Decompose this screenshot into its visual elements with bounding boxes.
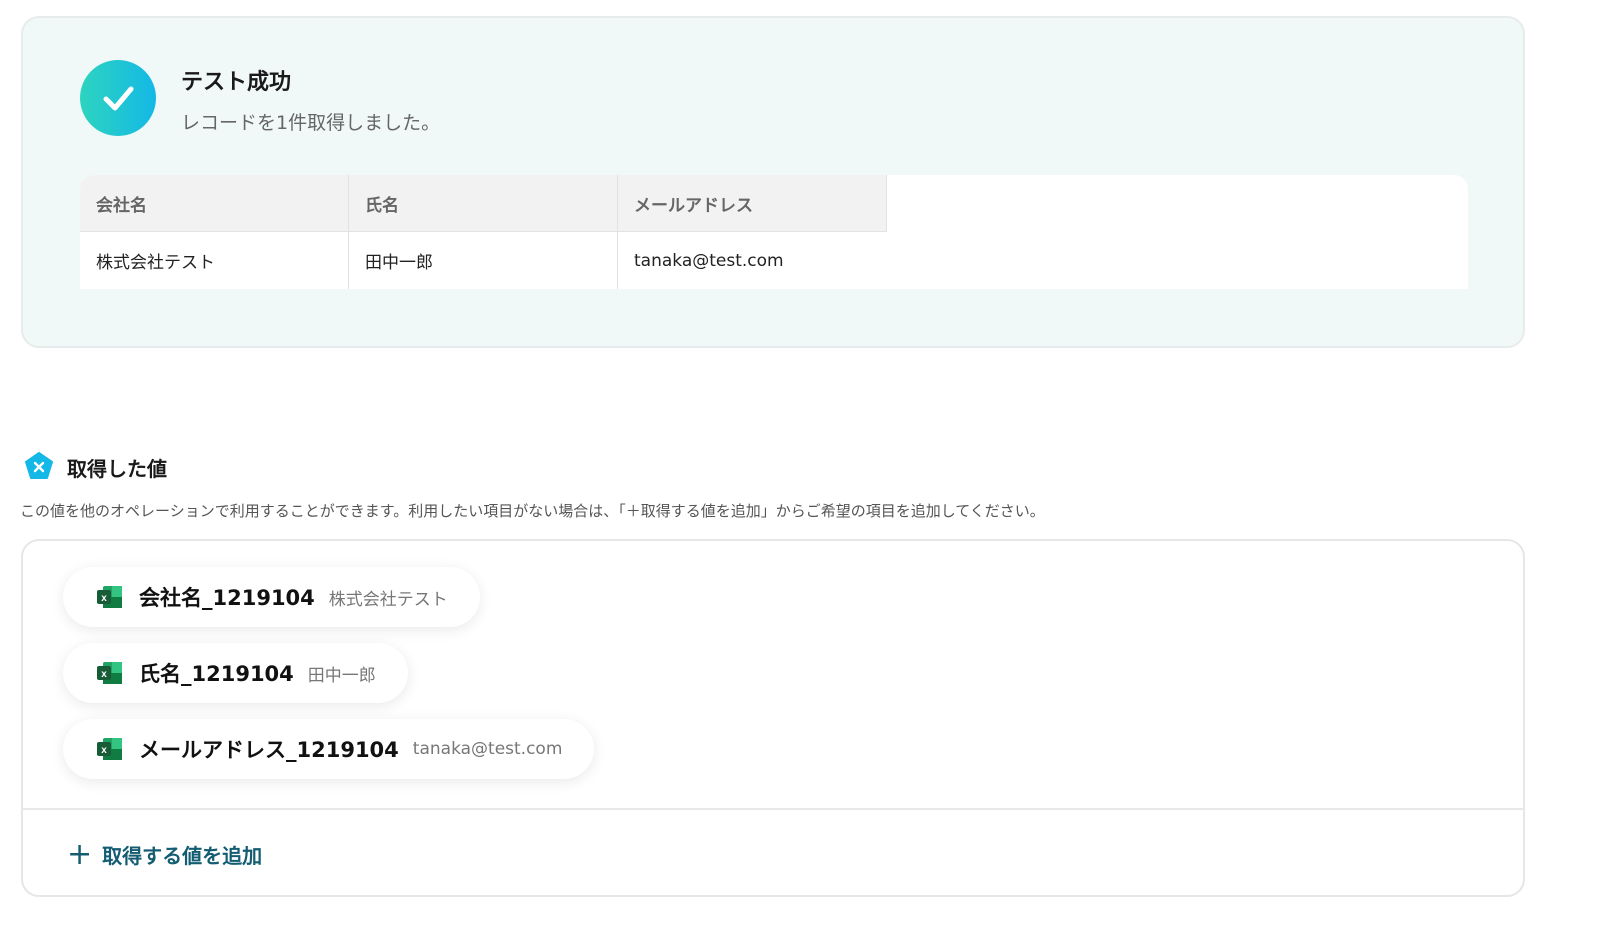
table-cell: 株式会社テスト bbox=[80, 232, 349, 289]
svg-text:x: x bbox=[101, 669, 107, 680]
value-sample: tanaka@test.com bbox=[412, 739, 563, 759]
table-header-row: 会社名 氏名 メールアドレス bbox=[80, 175, 1468, 232]
value-name: メールアドレス_1219104 bbox=[139, 738, 399, 762]
value-name: 氏名_1219104 bbox=[139, 662, 294, 686]
test-success-panel: テスト成功 レコードを1件取得しました。 会社名 氏名 メールアドレス 株式会社… bbox=[21, 16, 1525, 348]
section-description: この値を他のオペレーションで利用することができます。利用したい項目がない場合は、… bbox=[20, 502, 1045, 520]
excel-icon: x bbox=[97, 661, 123, 685]
table-cell: 田中一郎 bbox=[349, 232, 618, 289]
result-table: 会社名 氏名 メールアドレス 株式会社テスト 田中一郎 tanaka@test.… bbox=[80, 175, 1468, 289]
success-title: テスト成功 bbox=[181, 70, 292, 95]
value-sample: 株式会社テスト bbox=[328, 589, 448, 610]
value-name: 会社名_1219104 bbox=[139, 586, 315, 610]
svg-text:x: x bbox=[101, 593, 107, 604]
excel-icon: x bbox=[97, 737, 123, 761]
section-title: 取得した値 bbox=[67, 457, 167, 481]
table-header: 会社名 bbox=[80, 175, 349, 232]
table-cell: tanaka@test.com bbox=[634, 250, 784, 271]
table-header: 氏名 bbox=[349, 175, 618, 232]
variable-pentagon-icon bbox=[25, 452, 53, 479]
add-value-label: 取得する値を追加 bbox=[102, 844, 263, 868]
table-row: 株式会社テスト 田中一郎 tanaka@test.com bbox=[80, 232, 1468, 289]
divider bbox=[23, 808, 1523, 810]
values-panel: x 会社名_1219104 株式会社テスト x 氏名_1219104 田中一郎 … bbox=[21, 539, 1525, 897]
excel-icon: x bbox=[97, 585, 123, 609]
table-header: メールアドレス bbox=[618, 175, 887, 232]
svg-text:x: x bbox=[101, 745, 107, 756]
value-chip[interactable]: x 氏名_1219104 田中一郎 bbox=[63, 643, 408, 703]
plus-icon: + bbox=[67, 837, 93, 872]
add-value-button[interactable]: + 取得する値を追加 bbox=[67, 837, 262, 872]
value-chip[interactable]: x 会社名_1219104 株式会社テスト bbox=[63, 567, 480, 627]
value-sample: 田中一郎 bbox=[307, 665, 376, 686]
check-circle-icon bbox=[80, 60, 156, 136]
value-chip[interactable]: x メールアドレス_1219104 tanaka@test.com bbox=[63, 719, 595, 779]
success-subtitle: レコードを1件取得しました。 bbox=[181, 112, 441, 134]
